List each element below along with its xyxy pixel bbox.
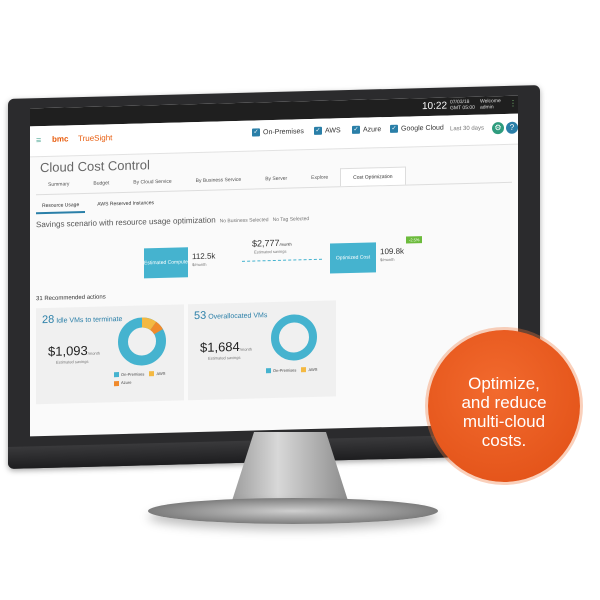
card-title: 28 Idle VMs to terminate [42, 313, 123, 327]
date-time: 07/03/18 GMT 05:00 [450, 98, 475, 112]
card-label: Estimated savings [208, 354, 241, 361]
checkbox-icon: ✓ [390, 124, 398, 133]
savings-value: $2,777/month [252, 237, 292, 249]
tab-budget[interactable]: Budget [81, 174, 121, 193]
card-idle-vms[interactable]: 28 Idle VMs to terminate $1,093/month Es… [36, 304, 184, 405]
optimized-unit: $/month [380, 256, 395, 263]
date-range[interactable]: Last 30 days [450, 126, 484, 133]
sub-tabs: Resource Usage AWS Reserved Instances [36, 197, 160, 215]
estimated-compute-box: Estimated Compute [144, 247, 188, 279]
checkbox-icon: ✓ [252, 128, 260, 137]
legend: On-Premises AWS [266, 367, 317, 377]
promo-badge: Optimize, and reduce multi-cloud costs. [428, 330, 580, 482]
page-title: Cloud Cost Control [40, 157, 150, 176]
legend: On-Premises AWS Azure [114, 371, 165, 389]
tab-summary[interactable]: Summary [36, 175, 81, 194]
tab-explore[interactable]: Explore [299, 168, 340, 187]
card-label: Estimated savings [56, 358, 89, 365]
flow-arrow [242, 258, 322, 262]
subtab-resource-usage[interactable]: Resource Usage [36, 198, 86, 215]
checkbox-icon: ✓ [352, 125, 360, 134]
card-title: 53 Overallocated VMs [194, 309, 268, 323]
filter-google-cloud[interactable]: ✓ Google Cloud [390, 124, 444, 133]
hamburger-icon[interactable]: ≡ [36, 135, 45, 145]
tab-cost-optimization[interactable]: Cost Optimization [340, 166, 406, 187]
estimated-unit: $/month [192, 261, 207, 268]
more-icon[interactable]: ⋮ [509, 99, 517, 108]
filter-on-premises[interactable]: ✓ On-Premises [252, 127, 304, 137]
tab-business-service[interactable]: By Business Service [184, 171, 254, 191]
filter-aws[interactable]: ✓ AWS [314, 126, 341, 135]
brand-name: TrueSight [78, 133, 113, 144]
help-icon[interactable]: ? [506, 121, 518, 134]
vendor-logo: bmc [52, 134, 69, 144]
business-filter[interactable]: No Business Selected [220, 217, 269, 224]
card-amount: $1,684/month [200, 338, 252, 355]
donut-chart [118, 317, 166, 366]
tab-cloud-service[interactable]: By Cloud Service [121, 172, 183, 192]
card-overallocated-vms[interactable]: 53 Overallocated VMs $1,684/month Estima… [188, 300, 336, 401]
subtab-aws-ri[interactable]: AWS Reserved Instances [91, 197, 160, 213]
user-info[interactable]: Welcome admin [480, 98, 501, 111]
optimized-value: 109.8k [380, 246, 405, 257]
optimized-cost-box: Optimized Cost [330, 242, 376, 274]
filter-azure[interactable]: ✓ Azure [352, 125, 381, 134]
tag-filter[interactable]: No Tag Selected [273, 216, 310, 223]
estimated-value: 112.5k [192, 251, 216, 262]
donut-chart [271, 314, 317, 361]
savings-label: Estimated savings [254, 248, 287, 255]
savings-flow: Estimated Compute 112.5k $/month $2,777/… [144, 236, 434, 284]
gear-icon[interactable]: ⚙ [492, 121, 504, 135]
card-amount: $1,093/month [48, 342, 100, 359]
recommended-count: 31 Recommended actions [36, 294, 106, 303]
monitor-base [148, 498, 438, 524]
scenario-title: Savings scenario with resource usage opt… [36, 215, 310, 230]
checkbox-icon: ✓ [314, 126, 322, 135]
clock: 10:22 [422, 100, 448, 113]
tab-server[interactable]: By Server [253, 169, 299, 188]
percent-badge: -2.5% [406, 236, 423, 244]
